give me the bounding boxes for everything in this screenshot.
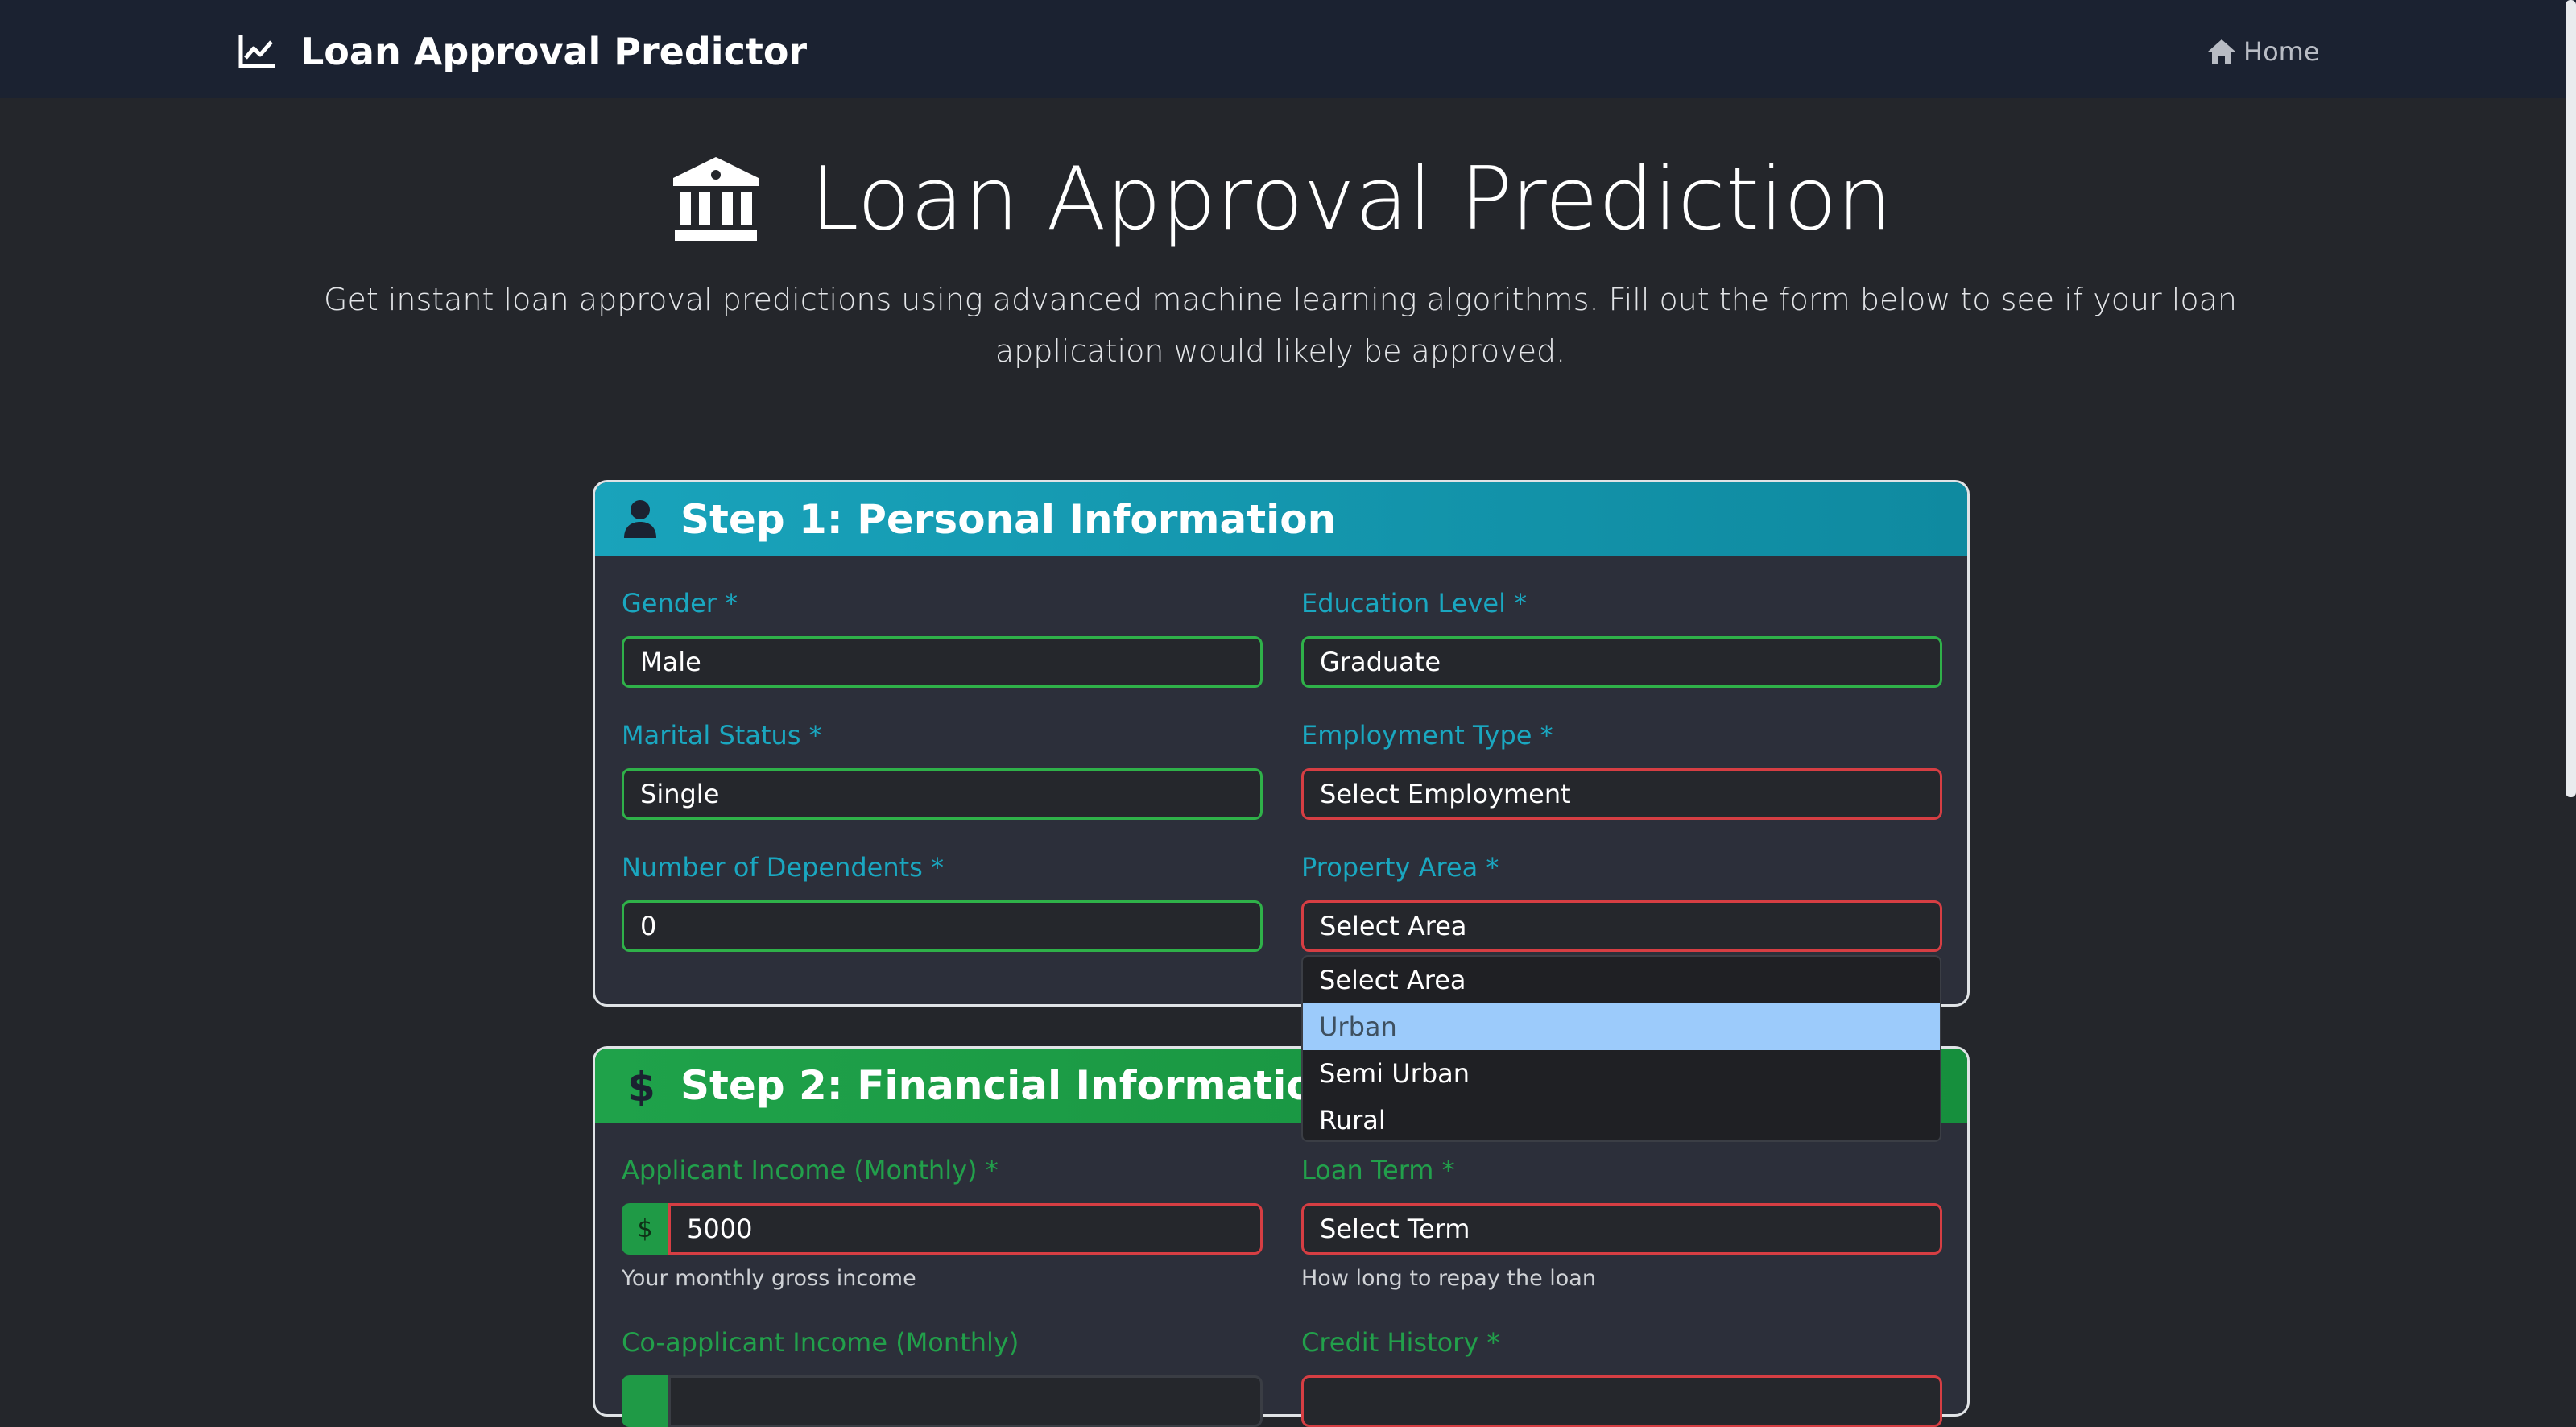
nav-home-label: Home (2243, 36, 2320, 67)
dollar-icon: $ (627, 1065, 655, 1106)
loan-term-select[interactable]: Select Term (1301, 1203, 1942, 1255)
personal-info-title: Step 1: Personal Information (680, 496, 1337, 543)
page-title: Loan Approval Prediction (810, 149, 1892, 250)
dependents-input[interactable]: 0 (622, 900, 1263, 952)
brand-title: Loan Approval Predictor (300, 30, 808, 73)
marital-status-select[interactable]: Single (622, 768, 1263, 820)
home-icon (2208, 39, 2235, 64)
currency-addon: $ (622, 1203, 668, 1255)
scrollbar-thumb[interactable] (2566, 0, 2576, 797)
coapplicant-income-label: Co-applicant Income (Monthly) (622, 1327, 1019, 1358)
dropdown-option[interactable]: Semi Urban (1303, 1050, 1940, 1097)
brand-link[interactable]: Loan Approval Predictor (238, 27, 807, 76)
dropdown-option[interactable]: Select Area (1303, 957, 1940, 1003)
personal-info-header: Step 1: Personal Information (595, 482, 1967, 556)
dependents-label: Number of Dependents * (622, 852, 945, 883)
bank-building-icon (673, 157, 759, 241)
applicant-income-help: Your monthly gross income (622, 1266, 916, 1291)
gender-select[interactable]: Male (622, 636, 1263, 688)
education-select[interactable]: Graduate (1301, 636, 1942, 688)
applicant-income-label: Applicant Income (Monthly) * (622, 1155, 999, 1185)
education-label: Education Level * (1301, 588, 1528, 618)
coapplicant-income-input[interactable] (668, 1375, 1263, 1427)
financial-info-title: Step 2: Financial Information (680, 1062, 1343, 1109)
nav-home-link[interactable]: Home (2206, 34, 2320, 69)
user-icon (624, 500, 656, 538)
loan-term-help: How long to repay the loan (1301, 1266, 1596, 1291)
gender-label: Gender * (622, 588, 738, 618)
dropdown-option-highlighted[interactable]: Urban (1303, 1003, 1940, 1050)
chart-line-icon (238, 35, 275, 68)
applicant-income-input[interactable]: 5000 (668, 1203, 1263, 1255)
employment-select[interactable]: Select Employment (1301, 768, 1942, 820)
marital-status-label: Marital Status * (622, 720, 822, 751)
property-area-dropdown: Select Area Urban Semi Urban Rural (1301, 955, 1941, 1142)
employment-label: Employment Type * (1301, 720, 1553, 751)
loan-term-label: Loan Term * (1301, 1155, 1455, 1185)
property-area-select[interactable]: Select Area (1301, 900, 1942, 952)
dropdown-option[interactable]: Rural (1303, 1097, 1940, 1140)
hero-title-row: Loan Approval Prediction (0, 143, 2561, 256)
coapplicant-currency-addon (622, 1375, 668, 1427)
page-subtitle: Get instant loan approval predictions us… (324, 282, 2237, 369)
property-area-label: Property Area * (1301, 852, 1499, 883)
navbar: Loan Approval Predictor Home (0, 0, 2576, 98)
credit-history-select[interactable] (1301, 1375, 1942, 1427)
credit-history-label: Credit History * (1301, 1327, 1500, 1358)
svg-text:$: $ (627, 1065, 655, 1106)
